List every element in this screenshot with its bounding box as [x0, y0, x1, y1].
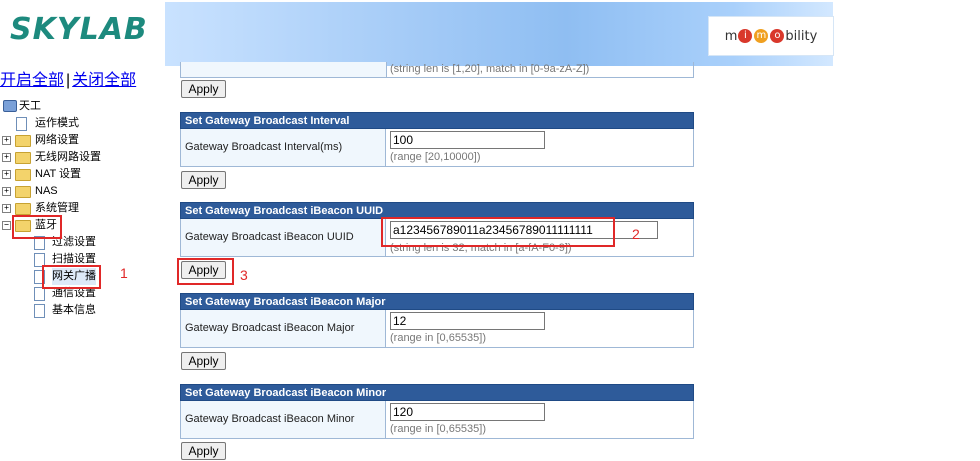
- interval-input[interactable]: [390, 131, 545, 149]
- close-all-link[interactable]: 关闭全部: [72, 72, 136, 89]
- expand-plus-icon[interactable]: +: [2, 187, 11, 196]
- tree-item-label: 网络设置: [35, 134, 79, 146]
- apply-button-minor[interactable]: Apply: [181, 442, 226, 460]
- highlight-gateway-broadcast: [42, 265, 101, 289]
- major-label: Gateway Broadcast iBeacon Major: [181, 310, 386, 347]
- tree-item-label: NAS: [35, 185, 58, 197]
- page-icon: [34, 304, 45, 318]
- annotation-2: 2: [632, 226, 640, 242]
- tree-item-label: NAT 设置: [35, 168, 82, 180]
- interval-hint: (range [20,10000]): [390, 151, 481, 163]
- section-minor-body: Gateway Broadcast iBeacon Minor (range i…: [180, 401, 694, 439]
- expand-plus-icon[interactable]: +: [2, 170, 11, 179]
- highlight-bluetooth: [12, 215, 62, 239]
- section-major-body: Gateway Broadcast iBeacon Major (range i…: [180, 310, 694, 348]
- expand-plus-icon[interactable]: +: [2, 136, 11, 145]
- link-separator: |: [66, 72, 71, 89]
- skylab-logo: SKYLAB: [10, 12, 148, 47]
- minor-label: Gateway Broadcast iBeacon Minor: [181, 401, 386, 438]
- mimo-suffix: bility: [785, 28, 818, 44]
- section-major-header: Set Gateway Broadcast iBeacon Major: [180, 293, 694, 310]
- annotation-3: 3: [240, 267, 248, 283]
- major-hint: (range in [0,65535]): [390, 332, 487, 344]
- interval-label: Gateway Broadcast Interval(ms): [181, 129, 386, 166]
- highlight-uuid-input: [381, 217, 615, 247]
- section-minor-header: Set Gateway Broadcast iBeacon Minor: [180, 384, 694, 401]
- tree-root-label: 天工: [19, 100, 41, 112]
- expand-collapse-links: 开启全部 | 关闭全部: [0, 66, 136, 90]
- folder-icon: [15, 169, 31, 181]
- minor-input[interactable]: [390, 403, 545, 421]
- apply-button-major[interactable]: Apply: [181, 352, 226, 370]
- folder-icon: [15, 135, 31, 147]
- expand-plus-icon[interactable]: +: [2, 153, 11, 162]
- folder-icon: [15, 186, 31, 198]
- section-interval-body: Gateway Broadcast Interval(ms) (range [2…: [180, 129, 694, 167]
- page-icon: [16, 117, 27, 131]
- mimo-prefix: m: [724, 28, 738, 44]
- apply-button-interval[interactable]: Apply: [181, 171, 226, 189]
- expand-plus-icon[interactable]: +: [2, 204, 11, 213]
- uuid-label: Gateway Broadcast iBeacon UUID: [181, 219, 386, 256]
- collapse-minus-icon[interactable]: −: [2, 221, 11, 230]
- tree-item-label: 运作模式: [35, 117, 79, 129]
- folder-icon: [15, 203, 31, 215]
- section-interval-header: Set Gateway Broadcast Interval: [180, 112, 694, 129]
- tree-item-label: 无线网路设置: [35, 151, 101, 163]
- apply-button-top[interactable]: Apply: [181, 80, 226, 98]
- open-all-link[interactable]: 开启全部: [0, 72, 64, 89]
- mimo-circle: i: [738, 29, 753, 43]
- prev-section-hint: (string len is [1,20], match in [0-9a-zA…: [390, 63, 590, 75]
- prev-section-body: (string len is [1,20], match in [0-9a-zA…: [180, 62, 694, 78]
- computer-icon: [3, 100, 17, 112]
- left-nav-frame: SKYLAB 开启全部 | 关闭全部 天工 运作模式 + 网络设置 + 无线网路设置…: [0, 0, 165, 461]
- mimo-circle: o: [770, 29, 785, 43]
- highlight-apply-uuid: [177, 258, 234, 285]
- tree-subitem-label: 基本信息: [52, 304, 96, 316]
- page-icon: [34, 287, 45, 301]
- major-input[interactable]: [390, 312, 545, 330]
- mimo-circle: m: [754, 29, 769, 43]
- folder-icon: [15, 152, 31, 164]
- minor-hint: (range in [0,65535]): [390, 423, 487, 435]
- prev-section-label-cell: [181, 62, 387, 77]
- mimobility-logo: m i m o bility: [708, 16, 834, 56]
- annotation-1: 1: [120, 265, 128, 281]
